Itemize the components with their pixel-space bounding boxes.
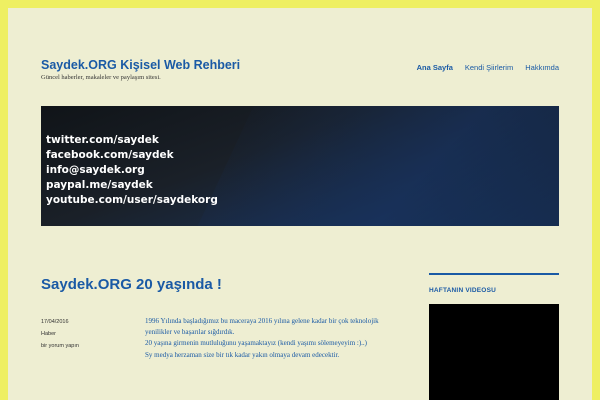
- header-banner: twitter.com/saydek facebook.com/saydek i…: [41, 106, 559, 226]
- post-content: 1996 Yılında başladığımız bu maceraya 20…: [145, 316, 395, 361]
- post-paragraph: Sy medya herzaman size bir tık kadar yak…: [145, 350, 340, 359]
- post-title[interactable]: Saydek.ORG 20 yaşında !: [41, 276, 222, 293]
- post-paragraph: 20 yaşına girmenin mutluluğunu yaşamakta…: [145, 339, 368, 348]
- video-player[interactable]: [429, 304, 559, 400]
- banner-line-twitter: twitter.com/saydek: [46, 134, 159, 146]
- main-nav: Ana Sayfa Kendi Şiirlerim Hakkımda: [417, 63, 559, 72]
- banner-line-facebook: facebook.com/saydek: [46, 149, 174, 161]
- post-comments-link[interactable]: bir yorum yapın: [41, 340, 79, 352]
- banner-line-email: info@saydek.org: [46, 164, 145, 176]
- nav-item-kendi-siirlerim[interactable]: Kendi Şiirlerim: [465, 63, 513, 72]
- site-description: Güncel haberler, makaleler ve paylaşım s…: [41, 74, 161, 81]
- nav-item-ana-sayfa[interactable]: Ana Sayfa: [417, 63, 453, 72]
- nav-item-hakkimda[interactable]: Hakkımda: [525, 63, 559, 72]
- banner-line-youtube: youtube.com/user/saydekorg: [46, 194, 218, 206]
- widget-title: HAFTANIN VIDEOSU: [429, 273, 559, 294]
- post-date[interactable]: 17/04/2016: [41, 316, 79, 328]
- banner-text: twitter.com/saydek facebook.com/saydek i…: [46, 133, 218, 208]
- banner-texture: [169, 106, 559, 226]
- site-title[interactable]: Saydek.ORG Kişisel Web Rehberi: [41, 58, 240, 72]
- page: Saydek.ORG Kişisel Web Rehberi Güncel ha…: [8, 8, 592, 400]
- post-meta: 17/04/2016 Haber bir yorum yapın: [41, 316, 79, 352]
- post-category[interactable]: Haber: [41, 328, 79, 340]
- banner-line-paypal: paypal.me/saydek: [46, 179, 153, 191]
- post-paragraph: 1996 Yılında başladığımız bu maceraya 20…: [145, 317, 379, 337]
